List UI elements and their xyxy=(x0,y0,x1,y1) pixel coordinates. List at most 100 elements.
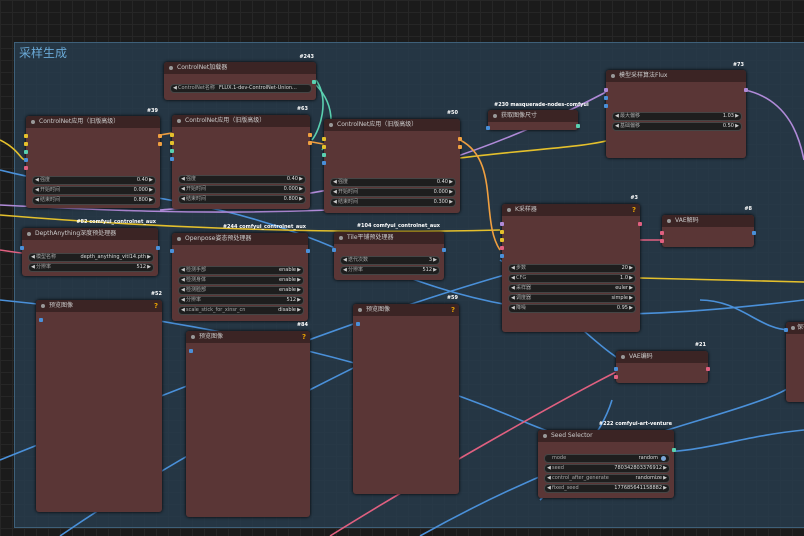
get-image-size-node[interactable]: 获取图像尺寸 xyxy=(486,110,580,130)
arrow-right-icon[interactable]: ▶ xyxy=(663,475,667,482)
collapse-dot-icon[interactable] xyxy=(41,304,45,308)
controlnet-name-combo[interactable]: ◀ ControlNet名称 FLUX.1-dev-ControlNet-Uni… xyxy=(170,84,312,93)
collapse-dot-icon[interactable] xyxy=(31,120,35,124)
arrow-left-icon[interactable]: ◀ xyxy=(343,267,347,274)
arrow-right-icon[interactable]: ▶ xyxy=(147,254,151,261)
toggle-knob-icon[interactable] xyxy=(661,456,666,461)
arrow-left-icon[interactable]: ◀ xyxy=(511,265,515,272)
ksampler-node[interactable]: K采样器? ◀ 步数 20 ▶ ◀ CFG 1.0 ▶ ◀ 采样器 euler ▶ ◀ 调度器 sim… xyxy=(500,204,642,332)
output-port[interactable] xyxy=(638,222,642,226)
input-port[interactable] xyxy=(24,142,28,146)
arrow-left-icon[interactable]: ◀ xyxy=(615,113,619,120)
arrow-right-icon[interactable]: ▶ xyxy=(629,285,633,292)
input-port[interactable] xyxy=(604,88,608,92)
input-port[interactable] xyxy=(322,153,326,157)
arrow-left-icon[interactable]: ◀ xyxy=(31,264,35,271)
arrow-right-icon[interactable]: ▶ xyxy=(433,257,437,264)
arrow-right-icon[interactable]: ▶ xyxy=(299,186,303,193)
arrow-left-icon[interactable]: ◀ xyxy=(181,287,185,294)
preview-image-node-3[interactable]: 预览图像? xyxy=(353,304,459,494)
arrow-right-icon[interactable]: ▶ xyxy=(663,485,667,492)
output-port[interactable] xyxy=(706,367,710,371)
vae-decode-node[interactable]: VAE解码 xyxy=(660,215,756,247)
strength-widget[interactable]: ◀ 强度 0.40 ▶ xyxy=(178,175,306,184)
model-sampling-flux-node[interactable]: 模型采样算法Flux ◀ 最大偏移 1.03 ▶ ◀ 基础偏移 0.50 ▶ xyxy=(604,70,748,158)
denoise-widget[interactable]: ◀ 降噪 0.95 ▶ xyxy=(508,304,636,313)
end-percent-widget[interactable]: ◀ 结束时间 0.800 ▶ xyxy=(178,195,306,204)
arrow-right-icon[interactable]: ▶ xyxy=(449,179,453,186)
output-port[interactable] xyxy=(744,88,748,92)
node-header[interactable]: ControlNet加载器 xyxy=(164,62,316,74)
collapse-dot-icon[interactable] xyxy=(611,74,615,78)
help-icon[interactable]: ? xyxy=(451,304,455,316)
collapse-dot-icon[interactable] xyxy=(791,326,795,330)
arrow-right-icon[interactable]: ▶ xyxy=(147,264,151,271)
strength-widget[interactable]: ◀ 强度 0.40 ▶ xyxy=(330,178,456,187)
arrow-left-icon[interactable]: ◀ xyxy=(181,277,185,284)
end-percent-widget[interactable]: ◀ 结束时间 0.800 ▶ xyxy=(32,196,156,205)
arrow-left-icon[interactable]: ◀ xyxy=(181,186,185,193)
node-header[interactable]: K采样器? xyxy=(502,204,640,216)
input-port[interactable] xyxy=(170,157,174,161)
arrow-right-icon[interactable]: ▶ xyxy=(629,275,633,282)
input-port[interactable] xyxy=(500,246,504,250)
node-header[interactable]: 保存 xyxy=(786,322,804,334)
node-header[interactable]: VAE解码 xyxy=(662,215,754,227)
arrow-right-icon[interactable]: ▶ xyxy=(297,287,301,294)
arrow-left-icon[interactable]: ◀ xyxy=(35,187,39,194)
fixed-seed-widget[interactable]: ◀ fixed_seed 177685641158882 ▶ xyxy=(544,484,670,493)
input-port[interactable] xyxy=(24,134,28,138)
node-header[interactable]: 获取图像尺寸 xyxy=(488,110,578,122)
output-port[interactable] xyxy=(752,231,756,235)
arrow-right-icon[interactable]: ▶ xyxy=(629,305,633,312)
arrow-left-icon[interactable]: ◀ xyxy=(511,295,515,302)
seed-widget[interactable]: ◀ seed 780342803376912 ▶ xyxy=(544,464,670,473)
collapse-dot-icon[interactable] xyxy=(177,119,181,123)
node-header[interactable]: Openpose姿态预处理器 xyxy=(172,233,308,245)
collapse-dot-icon[interactable] xyxy=(177,237,181,241)
input-port[interactable] xyxy=(322,145,326,149)
arrow-left-icon[interactable]: ◀ xyxy=(511,275,515,282)
controlnet-loader-node[interactable]: ControlNet加载器 ◀ ControlNet名称 FLUX.1-dev-… xyxy=(164,62,316,100)
depth-anything-node[interactable]: DepthAnything深度预处理器 ◀ 模型名称 depth_anything_… xyxy=(20,228,160,276)
arrow-right-icon[interactable]: ▶ xyxy=(297,307,301,314)
arrow-left-icon[interactable]: ◀ xyxy=(181,176,185,183)
sampler-combo[interactable]: ◀ 采样器 euler ▶ xyxy=(508,284,636,293)
input-port[interactable] xyxy=(500,254,504,258)
start-percent-widget[interactable]: ◀ 开始时间 0.000 ▶ xyxy=(330,188,456,197)
input-port[interactable] xyxy=(322,161,326,165)
arrow-left-icon[interactable]: ◀ xyxy=(511,305,515,312)
output-port[interactable] xyxy=(158,134,162,138)
tile-preprocessor-node[interactable]: Tile平铺预处理器 ◀ 迭代次数 3 ▶ ◀ 分辨率 512 ▶ xyxy=(332,232,446,280)
base-shift-widget[interactable]: ◀ 基础偏移 0.50 ▶ xyxy=(612,122,742,131)
arrow-right-icon[interactable]: ▶ xyxy=(735,113,739,120)
arrow-right-icon[interactable]: ▶ xyxy=(299,196,303,203)
openpose-node[interactable]: Openpose姿态预处理器 ◀ 检测手部 enable ▶ ◀ 检测身体 enable ▶… xyxy=(170,233,310,321)
scale-stick-widget[interactable]: ◀ scale_stick_for_xinsr_cn disable ▶ xyxy=(178,306,304,315)
collapse-dot-icon[interactable] xyxy=(493,114,497,118)
node-header[interactable]: 预览图像? xyxy=(36,300,162,312)
output-port[interactable] xyxy=(458,137,462,141)
output-port[interactable] xyxy=(308,141,312,145)
depth-model-combo[interactable]: ◀ 模型名称 depth_anything_vitl14.pth ▶ xyxy=(28,253,154,262)
control-after-generate-combo[interactable]: ◀ control_after_generate randomize ▶ xyxy=(544,474,670,483)
collapse-dot-icon[interactable] xyxy=(507,208,511,212)
collapse-dot-icon[interactable] xyxy=(339,236,343,240)
node-header[interactable]: ControlNet应用（旧版高级） xyxy=(26,116,160,128)
arrow-right-icon[interactable]: ▶ xyxy=(449,199,453,206)
arrow-left-icon[interactable]: ◀ xyxy=(181,307,185,314)
input-port[interactable] xyxy=(784,328,788,332)
collapse-dot-icon[interactable] xyxy=(169,66,173,70)
scheduler-combo[interactable]: ◀ 调度器 simple ▶ xyxy=(508,294,636,303)
arrow-right-icon[interactable]: ▶ xyxy=(297,277,301,284)
input-port[interactable] xyxy=(20,246,24,250)
start-percent-widget[interactable]: ◀ 开始时间 0.000 ▶ xyxy=(178,185,306,194)
seed-selector-node[interactable]: Seed Selector mode random ◀ seed 7803428033… xyxy=(538,430,676,498)
mode-toggle[interactable]: mode random xyxy=(544,454,670,463)
resolution-widget[interactable]: ◀ 分辨率 512 ▶ xyxy=(28,263,154,272)
arrow-left-icon[interactable]: ◀ xyxy=(333,199,337,206)
arrow-left-icon[interactable]: ◀ xyxy=(181,297,185,304)
arrow-right-icon[interactable]: ▶ xyxy=(433,267,437,274)
node-header[interactable]: DepthAnything深度预处理器 xyxy=(22,228,158,240)
controlnet-apply-node-2[interactable]: ControlNet应用（旧版高级） ◀ 强度 0.40 ▶ ◀ 开始时间 0.000 ▶ … xyxy=(170,115,312,209)
